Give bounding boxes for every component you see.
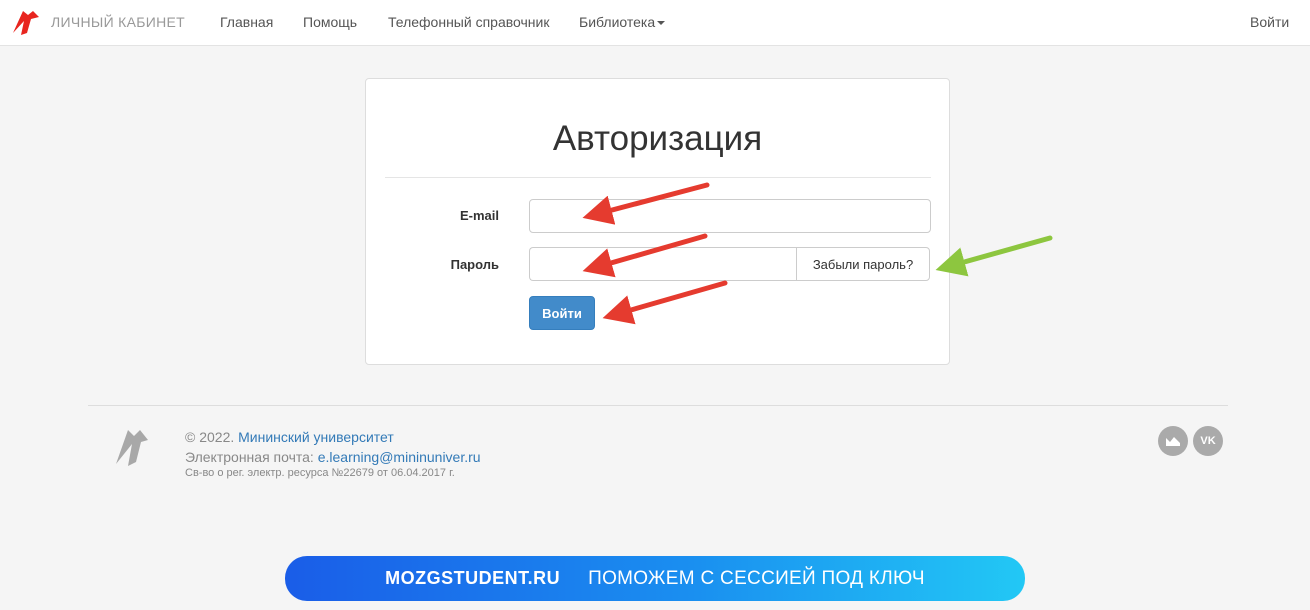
nav-item-help[interactable]: Помощь	[303, 14, 357, 30]
nav-login-link[interactable]: Войти	[1250, 14, 1289, 30]
login-card: Авторизация E-mail Пароль Забыли пароль?…	[365, 78, 950, 365]
forgot-password-button[interactable]: Забыли пароль?	[796, 247, 930, 281]
nav-item-home[interactable]: Главная	[220, 14, 273, 30]
password-input[interactable]	[529, 247, 797, 281]
university-logo-icon	[116, 430, 148, 466]
gallery-icon[interactable]	[1158, 426, 1188, 456]
password-label: Пароль	[450, 257, 499, 272]
nav-item-library-label: Библиотека	[579, 14, 656, 30]
nav-item-phonebook[interactable]: Телефонный справочник	[388, 14, 549, 30]
university-link[interactable]: Мининский университет	[238, 429, 394, 445]
email-label: E-mail	[459, 208, 499, 223]
footer-email-line: Электронная почта: e.learning@mininunive…	[185, 449, 481, 465]
email-label-text: Электронная почта:	[185, 449, 314, 465]
navbar: ЛИЧНЫЙ КАБИНЕТ Главная Помощь Телефонный…	[0, 0, 1310, 46]
title-divider	[385, 177, 931, 178]
annotation-arrow-forgot	[935, 235, 1053, 277]
brand-logo-icon[interactable]	[11, 7, 41, 37]
nav-item-library[interactable]: Библиотека	[579, 14, 666, 30]
registration-text: Св-во о рег. электр. ресурса №22679 от 0…	[185, 467, 455, 479]
brand-title[interactable]: ЛИЧНЫЙ КАБИНЕТ	[51, 14, 185, 30]
gallery-icon-glyph	[1166, 437, 1180, 446]
banner-site: MOZGSTUDENT.RU	[385, 568, 561, 588]
banner-text: ПОМОЖЕМ С СЕССИЕЙ ПОД КЛЮЧ	[588, 567, 925, 589]
login-button[interactable]: Войти	[529, 296, 595, 330]
page-title: Авторизация	[552, 119, 763, 158]
footer-copyright-line: © 2022. Мининский университет	[185, 429, 394, 445]
vk-icon[interactable]: VK	[1193, 426, 1223, 456]
chevron-down-icon	[657, 21, 666, 26]
email-input[interactable]	[529, 199, 931, 233]
footer-divider	[88, 405, 1228, 406]
promo-banner[interactable]: MOZGSTUDENT.RU ПОМОЖЕМ С СЕССИЕЙ ПОД КЛЮ…	[285, 556, 1025, 601]
email-link[interactable]: e.learning@mininuniver.ru	[318, 449, 481, 465]
copyright-text: © 2022.	[185, 429, 235, 445]
